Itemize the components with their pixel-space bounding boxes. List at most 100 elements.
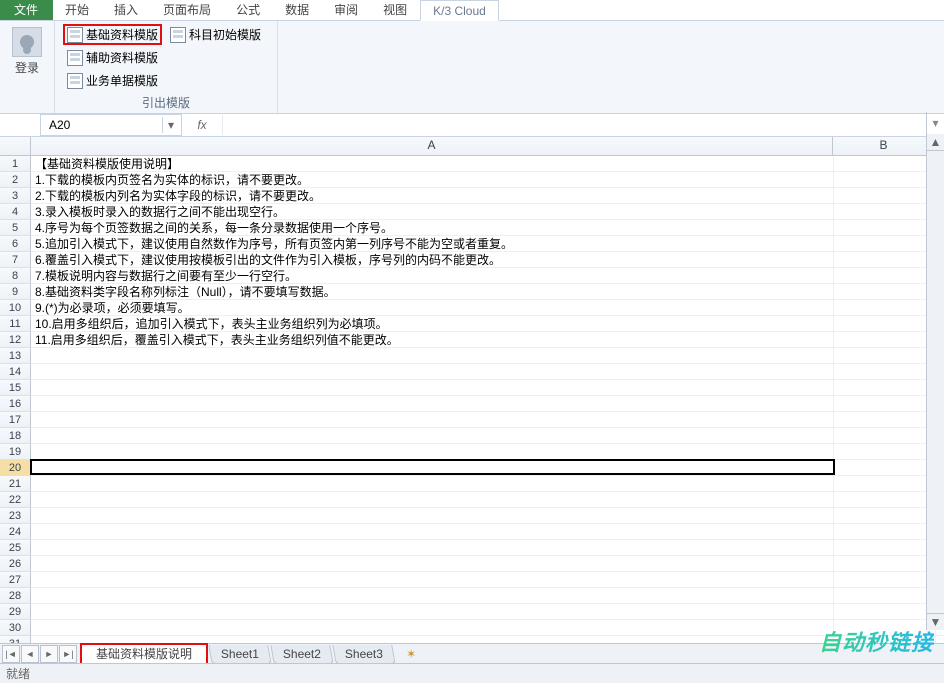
tab-home[interactable]: 开始 xyxy=(53,0,102,20)
table-row[interactable]: 109.(*)为必录项，必须要填写。 xyxy=(0,300,944,316)
row-header[interactable]: 7 xyxy=(0,252,31,268)
sheet-tab-2[interactable]: Sheet2 xyxy=(270,645,333,664)
table-row[interactable]: 76.覆盖引入模式下，建议使用按模板引出的文件作为引入模板，序号列的内码不能更改… xyxy=(0,252,944,268)
table-row[interactable]: 24 xyxy=(0,524,944,540)
table-row[interactable]: 1【基础资料模版使用说明】 xyxy=(0,156,944,172)
btn-aux-template[interactable]: 辅助资料模版 xyxy=(63,47,269,68)
column-header-b[interactable]: B xyxy=(833,137,935,155)
btn-bill-template[interactable]: 业务单据模版 xyxy=(63,70,269,91)
tab-view[interactable]: 视图 xyxy=(371,0,420,20)
cell-a[interactable] xyxy=(31,396,834,412)
cell-a[interactable] xyxy=(31,540,834,556)
cell-a[interactable] xyxy=(31,460,834,476)
row-header[interactable]: 14 xyxy=(0,364,31,380)
cell-b[interactable] xyxy=(834,332,936,348)
cell-b[interactable] xyxy=(834,220,936,236)
row-header[interactable]: 22 xyxy=(0,492,31,508)
cell-a[interactable] xyxy=(31,620,834,636)
row-header[interactable]: 20 xyxy=(0,460,31,476)
sheet-tab-active[interactable]: 基础资料模版说明 xyxy=(80,643,208,665)
table-row[interactable]: 23 xyxy=(0,508,944,524)
cell-b[interactable] xyxy=(834,188,936,204)
cell-b[interactable] xyxy=(834,364,936,380)
cell-a[interactable]: 4.序号为每个页签数据之间的关系，每一条分录数据使用一个序号。 xyxy=(31,220,834,236)
user-icon[interactable] xyxy=(12,27,42,57)
cell-a[interactable] xyxy=(31,444,834,460)
tab-page-layout[interactable]: 页面布局 xyxy=(151,0,224,20)
row-header[interactable]: 4 xyxy=(0,204,31,220)
cell-a[interactable]: 3.录入模板时录入的数据行之间不能出现空行。 xyxy=(31,204,834,220)
table-row[interactable]: 65.追加引入模式下，建议使用自然数作为序号，所有页签内第一列序号不能为空或者重… xyxy=(0,236,944,252)
cell-b[interactable] xyxy=(834,316,936,332)
cell-b[interactable] xyxy=(834,300,936,316)
row-header[interactable]: 5 xyxy=(0,220,31,236)
chevron-down-icon[interactable]: ▾ xyxy=(162,117,179,133)
table-row[interactable]: 30 xyxy=(0,620,944,636)
cell-a[interactable]: 2.下载的模板内列名为实体字段的标识，请不要更改。 xyxy=(31,188,834,204)
cell-a[interactable] xyxy=(31,492,834,508)
cell-b[interactable] xyxy=(834,428,936,444)
sheet-nav-prev[interactable]: ◄ xyxy=(21,645,39,663)
tab-insert[interactable]: 插入 xyxy=(102,0,151,20)
cell-a[interactable] xyxy=(31,604,834,620)
cell-b[interactable] xyxy=(834,172,936,188)
table-row[interactable]: 1110.启用多组织后，追加引入模式下，表头主业务组织列为必填项。 xyxy=(0,316,944,332)
row-header[interactable]: 10 xyxy=(0,300,31,316)
btn-subject-template[interactable]: 科目初始模版 xyxy=(166,24,267,45)
table-row[interactable]: 1211.启用多组织后，覆盖引入模式下，表头主业务组织列值不能更改。 xyxy=(0,332,944,348)
row-header[interactable]: 18 xyxy=(0,428,31,444)
row-header[interactable]: 25 xyxy=(0,540,31,556)
table-row[interactable]: 18 xyxy=(0,428,944,444)
row-header[interactable]: 3 xyxy=(0,188,31,204)
table-row[interactable]: 27 xyxy=(0,572,944,588)
tab-review[interactable]: 审阅 xyxy=(322,0,371,20)
row-header[interactable]: 27 xyxy=(0,572,31,588)
cell-a[interactable]: 5.追加引入模式下，建议使用自然数作为序号，所有页签内第一列序号不能为空或者重复… xyxy=(31,236,834,252)
sheet-nav-first[interactable]: |◄ xyxy=(2,645,20,663)
formula-expand-icon[interactable]: ▾ xyxy=(926,112,944,134)
row-header[interactable]: 13 xyxy=(0,348,31,364)
row-header[interactable]: 26 xyxy=(0,556,31,572)
btn-base-template[interactable]: 基础资料模版 xyxy=(63,24,162,45)
cell-a[interactable]: 7.模板说明内容与数据行之间要有至少一行空行。 xyxy=(31,268,834,284)
row-header[interactable]: 17 xyxy=(0,412,31,428)
cell-b[interactable] xyxy=(834,476,936,492)
cell-b[interactable] xyxy=(834,268,936,284)
row-header[interactable]: 9 xyxy=(0,284,31,300)
row-header[interactable]: 21 xyxy=(0,476,31,492)
tab-k3cloud[interactable]: K/3 Cloud xyxy=(420,0,499,21)
cell-a[interactable]: 9.(*)为必录项，必须要填写。 xyxy=(31,300,834,316)
row-header[interactable]: 12 xyxy=(0,332,31,348)
cell-a[interactable]: 【基础资料模版使用说明】 xyxy=(31,156,834,172)
row-header[interactable]: 19 xyxy=(0,444,31,460)
row-header[interactable]: 11 xyxy=(0,316,31,332)
row-header[interactable]: 6 xyxy=(0,236,31,252)
cell-b[interactable] xyxy=(834,588,936,604)
row-header[interactable]: 1 xyxy=(0,156,31,172)
cell-a[interactable] xyxy=(31,364,834,380)
cell-b[interactable] xyxy=(834,444,936,460)
cell-b[interactable] xyxy=(834,572,936,588)
table-row[interactable]: 98.基础资料类字段名称列标注（Null），请不要填写数据。 xyxy=(0,284,944,300)
row-header[interactable]: 24 xyxy=(0,524,31,540)
table-row[interactable]: 20 xyxy=(0,460,944,476)
cell-a[interactable] xyxy=(31,348,834,364)
cell-b[interactable] xyxy=(834,540,936,556)
cell-a[interactable]: 8.基础资料类字段名称列标注（Null），请不要填写数据。 xyxy=(31,284,834,300)
cell-b[interactable] xyxy=(834,156,936,172)
table-row[interactable]: 32.下载的模板内列名为实体字段的标识，请不要更改。 xyxy=(0,188,944,204)
cell-b[interactable] xyxy=(834,460,936,476)
tab-file[interactable]: 文件 xyxy=(0,0,53,20)
cell-a[interactable] xyxy=(31,588,834,604)
cell-a[interactable]: 6.覆盖引入模式下，建议使用按模板引出的文件作为引入模板，序号列的内码不能更改。 xyxy=(31,252,834,268)
row-header[interactable]: 23 xyxy=(0,508,31,524)
cell-a[interactable] xyxy=(31,412,834,428)
table-row[interactable]: 15 xyxy=(0,380,944,396)
cell-b[interactable] xyxy=(834,252,936,268)
cell-a[interactable]: 11.启用多组织后，覆盖引入模式下，表头主业务组织列值不能更改。 xyxy=(31,332,834,348)
cell-b[interactable] xyxy=(834,524,936,540)
cell-a[interactable] xyxy=(31,556,834,572)
column-header-a[interactable]: A xyxy=(31,137,833,155)
cell-a[interactable] xyxy=(31,572,834,588)
table-row[interactable]: 22 xyxy=(0,492,944,508)
